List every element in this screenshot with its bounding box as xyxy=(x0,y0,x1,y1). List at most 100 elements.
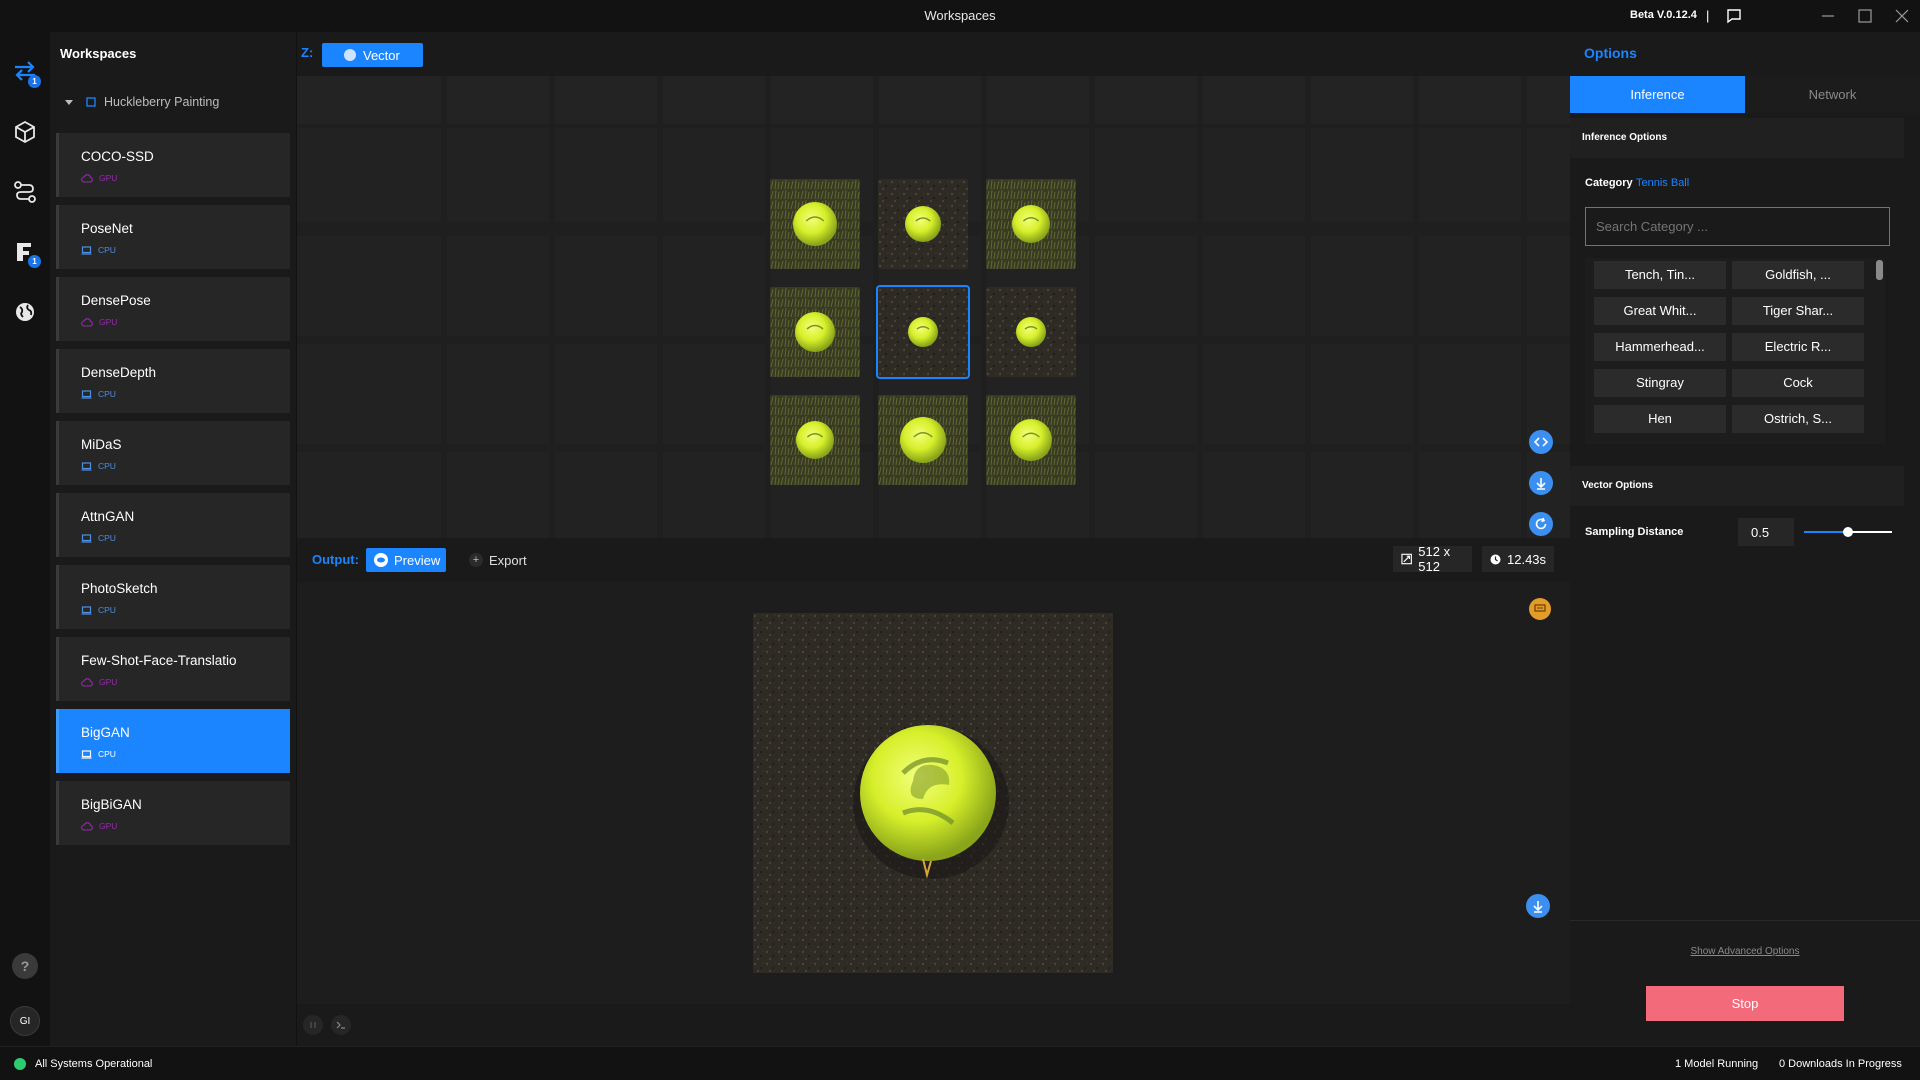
grid-cell xyxy=(1311,76,1413,124)
pause-button[interactable] xyxy=(303,1015,323,1035)
vector-tab-label: Vector xyxy=(363,47,400,63)
model-card[interactable]: MiDaS CPU xyxy=(56,421,290,485)
device-label: GPU xyxy=(99,173,118,183)
pause-icon xyxy=(310,1022,316,1028)
category-option[interactable]: Hen xyxy=(1594,405,1726,433)
grid-cell xyxy=(879,76,981,124)
grid-cell xyxy=(1203,452,1305,538)
device-label: GPU xyxy=(99,821,118,831)
feedback-icon[interactable] xyxy=(1726,8,1742,24)
category-option[interactable]: Great Whit... xyxy=(1594,297,1726,325)
terminal-button[interactable] xyxy=(331,1015,351,1035)
model-name: MiDaS xyxy=(81,437,122,452)
grid-cell xyxy=(447,128,549,222)
category-option[interactable]: Tench, Tin... xyxy=(1594,261,1726,289)
category-option[interactable]: Electric R... xyxy=(1732,333,1864,361)
model-device: CPU xyxy=(81,749,116,759)
show-advanced-options-link[interactable]: Show Advanced Options xyxy=(1570,946,1920,957)
model-card[interactable]: BigBiGAN GPU xyxy=(56,781,290,845)
latent-grid xyxy=(297,76,1570,538)
export-tab[interactable]: + Export xyxy=(469,548,527,572)
model-card[interactable]: AttnGAN CPU xyxy=(56,493,290,557)
cloud-icon xyxy=(81,677,93,687)
grid-cell xyxy=(1311,452,1413,538)
category-option[interactable]: Ostrich, S... xyxy=(1732,405,1864,433)
latent-thumbnail[interactable] xyxy=(878,395,968,485)
latent-thumbnail[interactable] xyxy=(770,179,860,269)
model-card[interactable]: DensePose GPU xyxy=(56,277,290,341)
latent-thumbnail[interactable] xyxy=(876,285,970,379)
stop-button[interactable]: Stop xyxy=(1646,986,1844,1021)
help-button[interactable]: ? xyxy=(12,953,38,979)
output-toolbar: Output: Preview + Export 512 x 512 12.43… xyxy=(297,538,1570,582)
chat-button[interactable] xyxy=(1529,598,1551,620)
vector-icon xyxy=(344,49,356,61)
grid-cell xyxy=(771,76,873,124)
grid-cell xyxy=(663,76,765,124)
slider-knob[interactable] xyxy=(1843,527,1853,537)
tab-inference[interactable]: Inference xyxy=(1570,76,1745,113)
model-card[interactable]: COCO-SSD GPU xyxy=(56,133,290,197)
model-card[interactable]: Few-Shot-Face-Translatio GPU xyxy=(56,637,290,701)
download-output-button[interactable] xyxy=(1526,894,1550,918)
user-avatar[interactable]: GI xyxy=(10,1006,40,1036)
console-bar xyxy=(297,1004,1570,1046)
options-panel: Options Inference Network Inference Opti… xyxy=(1570,32,1920,1046)
latent-thumbnail[interactable] xyxy=(878,179,968,269)
close-button[interactable] xyxy=(1892,6,1912,26)
latent-thumbnail[interactable] xyxy=(986,179,1076,269)
model-card[interactable]: PhotoSketch CPU xyxy=(56,565,290,629)
model-card[interactable]: DenseDepth CPU xyxy=(56,349,290,413)
minimize-button[interactable] xyxy=(1818,6,1838,26)
grid-cell xyxy=(339,236,441,336)
model-device: CPU xyxy=(81,533,116,543)
grid-cell xyxy=(1311,344,1413,444)
code-button[interactable] xyxy=(1529,430,1553,454)
workspaces-nav-icon[interactable]: 1 xyxy=(11,58,41,88)
cloud-icon xyxy=(81,317,93,327)
project-tree-item[interactable]: Huckleberry Painting xyxy=(64,94,219,110)
laptop-icon xyxy=(81,749,92,759)
grid-cell xyxy=(447,236,549,336)
time-value: 12.43s xyxy=(1507,551,1547,567)
search-category-input[interactable] xyxy=(1585,207,1890,246)
scrollbar-thumb[interactable] xyxy=(1876,260,1883,280)
maximize-button[interactable] xyxy=(1855,6,1875,26)
category-option[interactable]: Tiger Shar... xyxy=(1732,297,1864,325)
latent-thumbnail[interactable] xyxy=(986,395,1076,485)
category-scrollbar[interactable] xyxy=(1876,258,1884,444)
latent-thumbnail[interactable] xyxy=(770,287,860,377)
chat-icon xyxy=(1534,604,1546,612)
category-option[interactable]: Hammerhead... xyxy=(1594,333,1726,361)
preview-tab[interactable]: Preview xyxy=(366,548,446,572)
laptop-icon xyxy=(81,605,92,615)
caret-down-icon xyxy=(65,100,73,105)
download-grid-button[interactable] xyxy=(1529,471,1553,495)
tab-network[interactable]: Network xyxy=(1745,76,1920,113)
refresh-button[interactable] xyxy=(1529,512,1553,536)
sampling-distance-slider[interactable] xyxy=(1804,527,1892,537)
models-icon[interactable]: 1 xyxy=(11,238,41,268)
cube-icon[interactable] xyxy=(11,118,39,146)
model-card[interactable]: BigGAN CPU xyxy=(56,709,290,773)
resolution-badge: 512 x 512 xyxy=(1393,544,1472,574)
latent-thumbnail[interactable] xyxy=(986,287,1076,377)
workspaces-title: Workspaces xyxy=(60,46,137,61)
device-label: CPU xyxy=(98,605,116,615)
category-option[interactable]: Stingray xyxy=(1594,369,1726,397)
latent-thumbnail[interactable] xyxy=(770,395,860,485)
globe-icon[interactable] xyxy=(11,298,39,326)
category-option[interactable]: Cock xyxy=(1732,369,1864,397)
grid-cell xyxy=(1095,236,1197,336)
model-device: GPU xyxy=(81,173,117,183)
folder-icon xyxy=(86,97,96,107)
vector-tab[interactable]: Vector xyxy=(322,43,423,67)
refresh-icon xyxy=(1535,517,1547,530)
model-name: BigBiGAN xyxy=(81,797,142,812)
model-card[interactable]: PoseNet CPU xyxy=(56,205,290,269)
pipeline-icon[interactable] xyxy=(11,178,39,206)
category-list: Tench, Tin... Goldfish, ... Great Whit... T… xyxy=(1585,258,1885,444)
category-option[interactable]: Goldfish, ... xyxy=(1732,261,1864,289)
sampling-distance-input[interactable] xyxy=(1738,518,1794,546)
input-toolbar: Z: Vector xyxy=(297,32,1570,76)
